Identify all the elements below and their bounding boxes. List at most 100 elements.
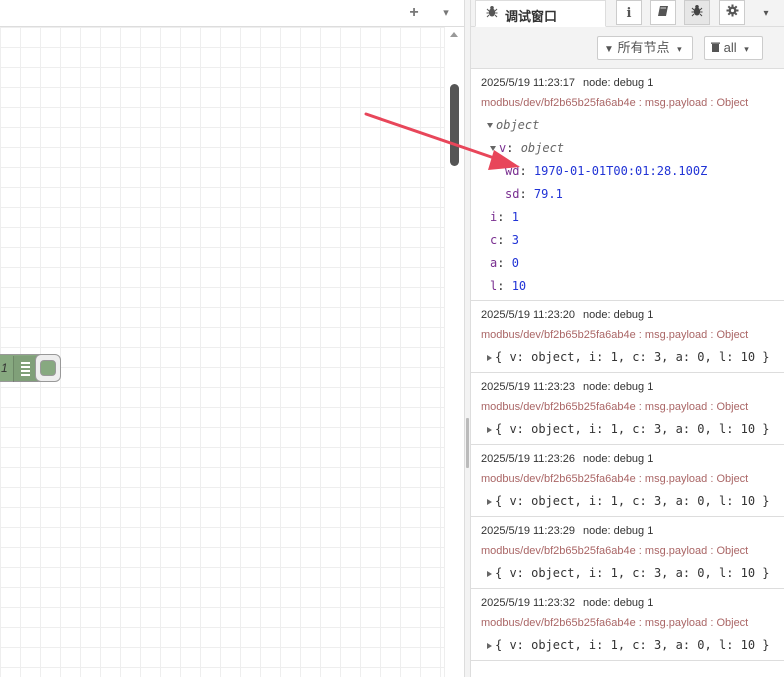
workspace-grid[interactable] [0,27,444,677]
plus-icon: + [409,4,419,21]
root-type: object [496,118,540,132]
message-node[interactable]: node: debug 1 [583,381,653,393]
bug-icon [486,5,498,21]
tab-debug[interactable]: 调试窗口 [475,0,606,27]
message-summary[interactable]: { v: object, i: 1, c: 3, a: 0, l: 10 } [487,346,784,369]
workspace-vertical-scrollbar[interactable] [444,27,464,677]
message-time: 2025/5/19 11:23:29 [481,525,575,537]
summary-text: { v: object, i: 1, c: 3, a: 0, l: 10 } [495,350,770,364]
message-meta: 2025/5/19 11:23:29 node: debug 1 [481,517,784,538]
value-l: 10 [511,279,527,293]
caret-down-icon[interactable] [490,146,496,151]
message-summary[interactable]: { v: object, i: 1, c: 3, a: 0, l: 10 } [487,490,784,513]
message-node[interactable]: node: debug 1 [583,309,653,321]
splitter-grip[interactable] [466,418,469,468]
debug-toggle-button[interactable] [40,360,56,376]
tree-root[interactable]: object [487,114,784,137]
value-i: 1 [511,210,519,224]
message-topic: modbus/dev/bf2b65b25fa6ab4e : msg.payloa… [481,401,749,413]
caret-right-icon[interactable] [487,570,492,577]
message-summary[interactable]: { v: object, i: 1, c: 3, a: 0, l: 10 } [487,562,784,585]
tree-node-v[interactable]: v: object [490,137,784,160]
scrollbar-thumb[interactable] [450,84,459,166]
tab-config[interactable] [719,0,745,25]
tree-node-sd: sd: 79.1 [505,187,563,201]
tab-help[interactable] [650,0,676,25]
message-node[interactable]: node: debug 1 [583,597,653,609]
debug-message[interactable]: 2025/5/19 11:23:32 node: debug 1 modbus/d… [471,589,784,661]
flow-list-button[interactable]: ▾ [435,2,457,24]
tab-debug-icon[interactable] [684,0,710,25]
sidebar: 调试窗口 i ▾ ▼ 所有节点 ▾ all ▾ 2025/5/19 11:23:… [471,0,784,677]
v-type: object [520,141,565,155]
chevron-down-icon: ▾ [677,44,682,54]
tree-node-l: l: 10 [490,279,527,293]
caret-down-icon[interactable] [487,123,493,128]
summary-text: { v: object, i: 1, c: 3, a: 0, l: 10 } [495,566,770,580]
message-time: 2025/5/19 11:23:20 [481,309,575,321]
tree-node-wd: wd: 1970-01-01T00:01:28.100Z [505,164,708,178]
debug-toolbar: ▼ 所有节点 ▾ all ▾ [471,27,784,69]
value-c: 3 [511,233,519,247]
chevron-down-icon: ▾ [443,7,449,19]
debug-message[interactable]: 2025/5/19 11:23:20 node: debug 1 modbus/d… [471,301,784,373]
chevron-down-icon: ▾ [763,8,769,19]
flow-workspace[interactable]: + ▾ 1 [0,0,464,677]
caret-right-icon[interactable] [487,426,492,433]
caret-right-icon[interactable] [487,354,492,361]
clear-label: all [723,40,737,55]
book-icon [657,5,669,20]
key-wd: wd [505,164,520,178]
debug-message-list[interactable]: 2025/5/19 11:23:17 node: debug 1 modbus/d… [471,69,784,677]
clear-messages-button[interactable]: all ▾ [704,36,763,60]
message-topic: modbus/dev/bf2b65b25fa6ab4e : msg.payloa… [481,545,749,557]
debug-message[interactable]: 2025/5/19 11:23:26 node: debug 1 modbus/d… [471,445,784,517]
debug-message[interactable]: 2025/5/19 11:23:23 node: debug 1 modbus/d… [471,373,784,445]
value-a: 0 [511,256,519,270]
caret-right-icon[interactable] [487,642,492,649]
info-icon: i [626,6,632,21]
workspace-tabbar: + ▾ [0,0,464,27]
add-flow-button[interactable]: + [403,2,425,24]
message-meta: 2025/5/19 11:23:26 node: debug 1 [481,445,784,466]
debug-node-toggle-wrap[interactable] [35,354,61,382]
tree-node-i: i: 1 [490,210,519,224]
message-summary[interactable]: { v: object, i: 1, c: 3, a: 0, l: 10 } [487,634,784,657]
message-time: 2025/5/19 11:23:26 [481,453,575,465]
message-topic: modbus/dev/bf2b65b25fa6ab4e : msg.payloa… [481,473,749,485]
summary-text: { v: object, i: 1, c: 3, a: 0, l: 10 } [495,422,770,436]
message-time: 2025/5/19 11:23:32 [481,597,575,609]
message-time: 2025/5/19 11:23:23 [481,381,575,393]
value-wd: 1970-01-01T00:01:28.100Z [533,164,708,178]
tab-info[interactable]: i [616,0,642,25]
scroll-up-icon[interactable] [450,32,458,37]
key-sd: sd [505,187,520,201]
debug-node-label: 1 [1,361,8,375]
filter-nodes-button[interactable]: ▼ 所有节点 ▾ [597,36,693,60]
message-meta: 2025/5/19 11:23:17 node: debug 1 [481,69,784,90]
gear-icon [726,4,739,20]
sidebar-splitter[interactable] [464,0,471,677]
message-topic: modbus/dev/bf2b65b25fa6ab4e : msg.payloa… [481,617,749,629]
message-node[interactable]: node: debug 1 [583,525,653,537]
message-meta: 2025/5/19 11:23:32 node: debug 1 [481,589,784,610]
sidebar-tabs: 调试窗口 i ▾ [471,0,784,27]
message-time: 2025/5/19 11:23:17 [481,77,575,89]
debug-message[interactable]: 2025/5/19 11:23:17 node: debug 1 modbus/d… [471,69,784,301]
message-topic: modbus/dev/bf2b65b25fa6ab4e : msg.payloa… [481,97,749,109]
caret-right-icon[interactable] [487,498,492,505]
trash-icon [711,40,724,55]
chevron-down-icon: ▾ [744,44,749,54]
tree-node-c: c: 3 [490,233,519,247]
tree-node-a: a: 0 [490,256,519,270]
filter-icon: ▼ [604,44,614,55]
message-summary[interactable]: { v: object, i: 1, c: 3, a: 0, l: 10 } [487,418,784,441]
message-meta: 2025/5/19 11:23:23 node: debug 1 [481,373,784,394]
sidebar-menu-button[interactable]: ▾ [755,0,777,25]
message-node[interactable]: node: debug 1 [583,453,653,465]
debug-node[interactable]: 1 [0,354,72,382]
tab-debug-label: 调试窗口 [505,9,558,24]
filter-label: 所有节点 [617,40,670,55]
message-node[interactable]: node: debug 1 [583,77,653,89]
debug-message[interactable]: 2025/5/19 11:23:29 node: debug 1 modbus/d… [471,517,784,589]
